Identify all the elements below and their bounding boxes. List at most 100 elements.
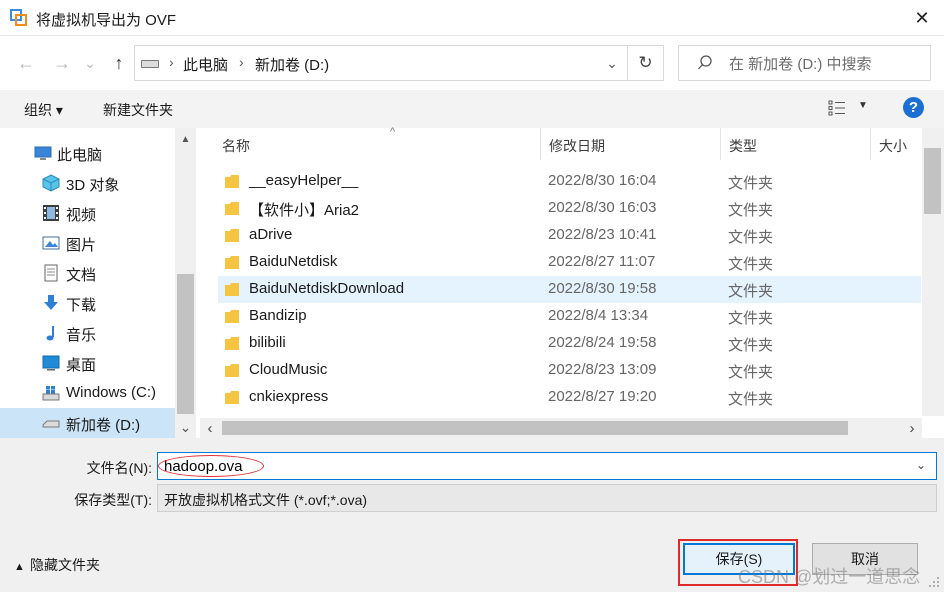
sidebar-item-label: 新加卷 (D:) xyxy=(66,417,141,434)
new-folder-button[interactable]: 新建文件夹 xyxy=(103,100,173,120)
chevron-down-icon[interactable]: ⌄ xyxy=(916,458,926,472)
sidebar-item-downloads[interactable]: 下载 xyxy=(0,288,175,318)
breadcrumb-this-pc[interactable]: 此电脑 xyxy=(183,54,228,75)
forward-button[interactable]: → xyxy=(48,50,76,76)
hide-folders-toggle[interactable]: ▲ 隐藏文件夹 xyxy=(14,555,100,575)
table-row[interactable]: bilibili 2022/8/24 19:58 文件夹 xyxy=(218,330,921,357)
file-list: 名称 ^ 修改日期 类型 大小 __easyHelper__ 2022/8/30… xyxy=(196,126,944,438)
document-icon xyxy=(44,264,58,282)
folder-icon xyxy=(225,364,239,377)
file-type: 文件夹 xyxy=(728,175,774,192)
file-list-horizontal-scrollbar[interactable]: ‹ › xyxy=(200,418,922,438)
up-button[interactable]: ↑ xyxy=(105,50,133,76)
filetype-select[interactable]: 开放虚拟机格式文件 (*.ovf;*.ova) ⌄ xyxy=(157,484,937,512)
sidebar-item-documents[interactable]: 文档 xyxy=(0,258,175,288)
recent-locations-button[interactable]: ⌄ xyxy=(80,50,100,76)
search-box[interactable] xyxy=(678,45,931,81)
table-row[interactable]: aDrive 2022/8/23 10:41 文件夹 xyxy=(218,222,921,249)
breadcrumb-separator-icon: › xyxy=(239,54,244,70)
file-list-scroll-thumb[interactable] xyxy=(924,148,941,214)
sidebar-item-label: 3D 对象 xyxy=(66,177,120,194)
horizontal-scroll-thumb[interactable] xyxy=(222,421,848,435)
desktop-icon xyxy=(42,355,60,371)
scroll-down-icon[interactable]: ⌄ xyxy=(175,418,196,436)
help-icon[interactable]: ? xyxy=(903,97,924,118)
chevron-up-icon: ▲ xyxy=(14,561,25,573)
windows-drive-icon xyxy=(42,386,60,401)
close-button[interactable]: ✕ xyxy=(900,0,944,36)
drive-icon xyxy=(42,420,60,428)
sidebar-item-label: 文档 xyxy=(66,267,97,284)
sidebar-item-desktop[interactable]: 桌面 xyxy=(0,348,175,378)
film-icon xyxy=(43,205,59,221)
view-options-icon[interactable] xyxy=(828,100,846,116)
sidebar-item-windows-c[interactable]: Windows (C:) xyxy=(0,378,175,408)
filename-input[interactable] xyxy=(164,457,904,476)
filetype-label: 保存类型(T): xyxy=(74,492,152,508)
file-name: bilibili xyxy=(249,334,286,351)
address-bar[interactable]: › 此电脑 › 新加卷 (D:) ⌄ ↻ xyxy=(134,45,664,81)
navigation-pane: 此电脑 3D 对象 视频 图片 文档 下载 音乐 桌面 Windows (C:)… xyxy=(0,128,196,438)
table-row[interactable]: BaiduNetdisk 2022/8/27 11:07 文件夹 xyxy=(218,249,921,276)
scroll-right-icon[interactable]: › xyxy=(902,418,922,438)
table-row[interactable]: cnkiexpress 2022/8/27 19:20 文件夹 xyxy=(218,384,921,411)
back-button[interactable]: ← xyxy=(12,50,40,76)
sidebar-item-3d-objects[interactable]: 3D 对象 xyxy=(0,168,175,198)
scroll-up-icon[interactable]: ▲ xyxy=(175,130,196,148)
folder-icon xyxy=(225,229,239,242)
refresh-button[interactable]: ↻ xyxy=(627,46,663,80)
sidebar-item-this-pc[interactable]: 此电脑 xyxy=(0,138,175,168)
sidebar-item-label: 桌面 xyxy=(66,357,97,374)
file-type: 文件夹 xyxy=(728,202,774,219)
column-header-size[interactable]: 大小 xyxy=(871,128,922,160)
column-header-type[interactable]: 类型 xyxy=(721,128,871,160)
folder-icon xyxy=(225,391,239,404)
file-type: 文件夹 xyxy=(728,310,774,327)
filename-field[interactable] xyxy=(157,452,937,480)
column-header-label: 名称 xyxy=(222,138,250,154)
column-header-date[interactable]: 修改日期 xyxy=(541,128,721,160)
sidebar-item-videos[interactable]: 视频 xyxy=(0,198,175,228)
file-type: 文件夹 xyxy=(728,364,774,381)
sidebar-item-drive-d[interactable]: 新加卷 (D:) xyxy=(0,408,175,438)
sort-ascending-icon: ^ xyxy=(390,126,396,138)
resize-grip-icon[interactable] xyxy=(928,576,940,588)
table-row[interactable]: Bandizip 2022/8/4 13:34 文件夹 xyxy=(218,303,921,330)
table-row[interactable]: CloudMusic 2022/8/23 13:09 文件夹 xyxy=(218,357,921,384)
cube-icon xyxy=(42,174,60,192)
address-dropdown-button[interactable]: ⌄ xyxy=(597,46,627,80)
table-row[interactable]: 【软件小】Aria2 2022/8/30 16:03 文件夹 xyxy=(218,195,921,222)
hide-folders-label: 隐藏文件夹 xyxy=(30,557,100,573)
view-dropdown-button[interactable]: ▼ xyxy=(858,100,868,111)
sidebar-scroll-thumb[interactable] xyxy=(177,274,194,414)
file-type: 文件夹 xyxy=(728,283,774,300)
folder-icon xyxy=(225,256,239,269)
file-date: 2022/8/4 13:34 xyxy=(548,307,649,324)
forward-arrow-icon: → xyxy=(53,52,71,73)
sidebar-item-pictures[interactable]: 图片 xyxy=(0,228,175,258)
sidebar-item-music[interactable]: 音乐 xyxy=(0,318,175,348)
search-input[interactable] xyxy=(729,54,929,74)
file-type: 文件夹 xyxy=(728,229,774,246)
column-header-name[interactable]: 名称 ^ xyxy=(214,126,541,160)
sidebar-scrollbar[interactable]: ▲ ⌄ xyxy=(175,128,196,438)
sidebar-item-label: 图片 xyxy=(66,237,97,254)
scroll-left-icon[interactable]: ‹ xyxy=(200,418,220,438)
folder-icon xyxy=(225,175,239,188)
picture-icon xyxy=(42,236,60,250)
table-row[interactable]: BaiduNetdiskDownload 2022/8/30 19:58 文件夹 xyxy=(218,276,921,303)
table-row[interactable]: __easyHelper__ 2022/8/30 16:04 文件夹 xyxy=(218,168,921,195)
back-arrow-icon: ← xyxy=(17,52,35,73)
navigation-bar: ← → ⌄ ↑ › 此电脑 › 新加卷 (D:) ⌄ ↻ xyxy=(0,36,944,90)
breadcrumb-drive-d[interactable]: 新加卷 (D:) xyxy=(255,54,329,75)
file-name: BaiduNetdiskDownload xyxy=(249,280,405,297)
close-icon: ✕ xyxy=(914,7,930,28)
column-header-label: 修改日期 xyxy=(549,138,605,154)
file-list-vertical-scrollbar[interactable] xyxy=(922,128,944,416)
folder-icon xyxy=(225,310,239,323)
computer-icon xyxy=(34,146,52,160)
file-date: 2022/8/30 16:04 xyxy=(548,172,657,189)
sidebar-item-label: 下载 xyxy=(66,297,97,314)
chevron-down-icon: ⌄ xyxy=(606,54,618,71)
organize-menu-button[interactable]: 组织 ▾ xyxy=(24,100,63,120)
